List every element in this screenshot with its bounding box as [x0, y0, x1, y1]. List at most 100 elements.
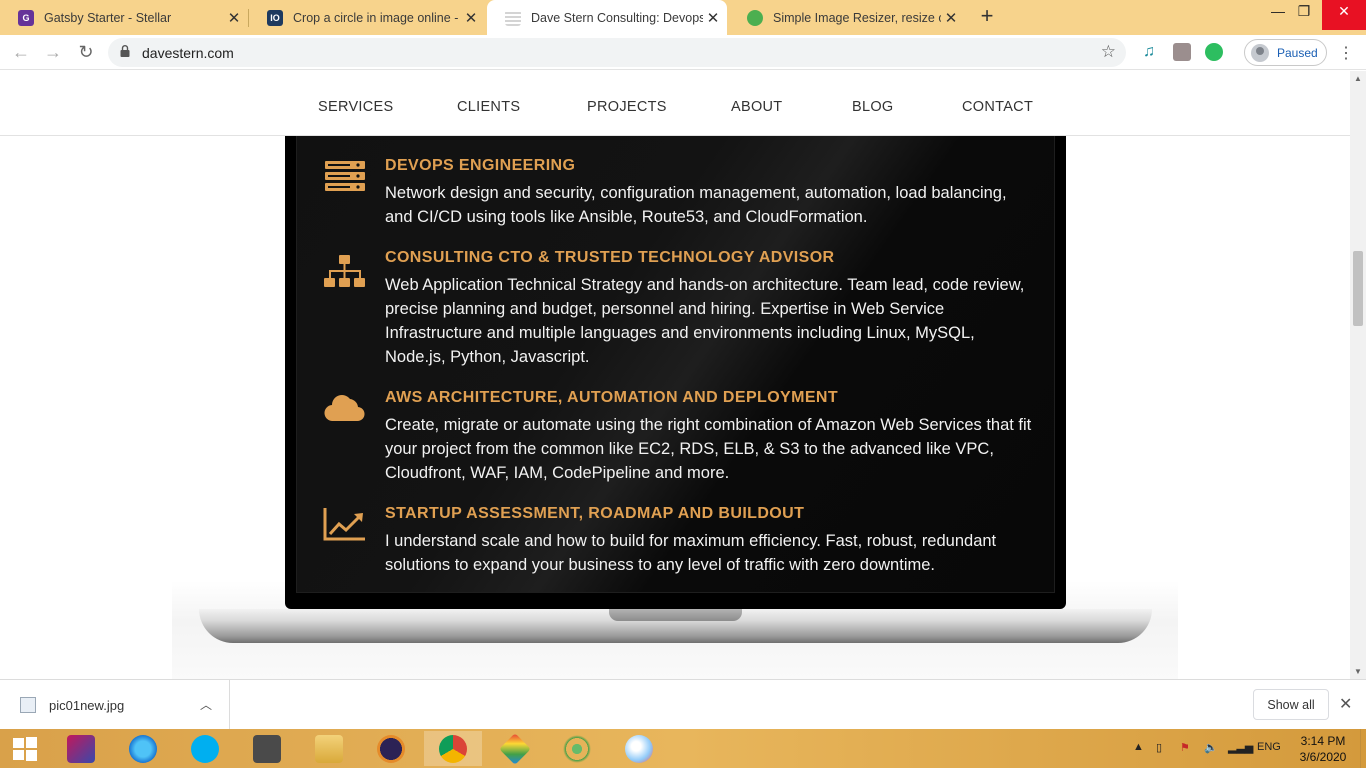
clock-time: 3:14 PM — [1300, 734, 1346, 748]
new-tab-button[interactable]: + — [975, 4, 999, 28]
paint-palette-icon — [625, 734, 653, 763]
music-extension-icon[interactable]: ♫ — [1140, 43, 1158, 61]
tray-flag-icon[interactable]: ⚑ — [1180, 741, 1190, 754]
server-icon — [325, 161, 365, 191]
close-tab-icon[interactable]: ✕ — [461, 9, 481, 27]
start-button[interactable] — [0, 731, 50, 766]
menu-icon[interactable]: ⋮ — [1338, 43, 1354, 63]
app-diamond-icon — [499, 732, 531, 765]
taskbar: ▲ ▯ ⚑ 🔈 ▂▃▅ ENG 3:14 PM 3/6/2020 — [0, 729, 1366, 768]
address-bar[interactable]: davestern.com ☆ — [108, 38, 1126, 67]
tab-image-resizer[interactable]: Simple Image Resizer, resize onli ✕ — [729, 0, 965, 35]
laptop-notch — [609, 609, 742, 621]
scroll-up-icon[interactable]: ▲ — [1354, 74, 1362, 83]
nav-services[interactable]: SERVICES — [318, 99, 393, 115]
volume-muted-icon[interactable]: 🔈 — [1204, 741, 1218, 754]
vertical-scrollbar[interactable]: ▲ ▼ — [1350, 71, 1366, 679]
nav-about[interactable]: ABOUT — [731, 99, 782, 115]
tab-strip: G Gatsby Starter - Stellar ✕ IO Crop a c… — [0, 0, 1366, 35]
winrar-icon — [67, 734, 95, 763]
taskbar-explorer[interactable] — [300, 731, 358, 766]
service-title: STARTUP ASSESSMENT, ROADMAP AND BUILDOUT — [385, 505, 805, 522]
sublime-text-icon — [253, 734, 281, 763]
download-file-name: pic01new.jpg — [49, 697, 125, 713]
taskbar-eclipse[interactable] — [362, 731, 420, 766]
service-description: Web Application Technical Strategy and h… — [385, 276, 1025, 366]
chevron-up-icon[interactable]: ︿ — [200, 696, 212, 713]
service-description: I understand scale and how to build for … — [385, 532, 997, 574]
profile-button[interactable]: Paused — [1244, 39, 1327, 66]
close-tab-icon[interactable]: ✕ — [224, 9, 244, 27]
system-clock[interactable]: 3:14 PM 3/6/2020 — [1298, 733, 1348, 765]
download-shelf: pic01new.jpg ︿ Show all ✕ — [0, 679, 1366, 730]
page-favicon-icon — [505, 9, 521, 26]
bookmark-star-icon[interactable]: ☆ — [1101, 42, 1116, 62]
close-tab-icon[interactable]: ✕ — [941, 9, 961, 27]
show-all-button[interactable]: Show all — [1253, 689, 1329, 720]
network-signal-icon[interactable]: ▂▃▅ — [1228, 741, 1253, 754]
download-item[interactable]: pic01new.jpg ︿ — [0, 680, 230, 730]
atom-icon — [563, 734, 591, 763]
tab-crop-circle[interactable]: IO Crop a circle in image online - fre ✕ — [249, 0, 485, 35]
resizer-favicon-icon — [747, 9, 763, 26]
folder-icon — [315, 734, 343, 763]
service-title: CONSULTING CTO & TRUSTED TECHNOLOGY ADVI… — [385, 249, 835, 266]
back-icon[interactable]: ← — [9, 40, 33, 64]
tab-title: Dave Stern Consulting: Devops E — [531, 10, 703, 25]
browser-toolbar: ← → ↻ davestern.com ☆ ♫ Paused ⋮ — [0, 35, 1366, 70]
service-description: Create, migrate or automate using the ri… — [385, 416, 1032, 482]
taskbar-atom[interactable] — [548, 731, 606, 766]
tray-device-icon[interactable]: ▯ — [1156, 741, 1162, 754]
profile-status: Paused — [1277, 45, 1318, 60]
service-title: DEVOPS ENGINEERING — [385, 157, 576, 174]
taskbar-paint[interactable] — [486, 731, 544, 766]
service-description: Network design and security, configurati… — [385, 184, 1007, 226]
language-indicator[interactable]: ENG — [1257, 741, 1281, 753]
lock-icon — [120, 45, 130, 57]
nav-blog[interactable]: BLOG — [852, 99, 894, 115]
nav-clients[interactable]: CLIENTS — [457, 99, 520, 115]
windows-logo-icon — [13, 736, 37, 761]
tab-title: Crop a circle in image online - fre — [293, 10, 461, 25]
avatar-icon — [1251, 43, 1269, 62]
nav-contact[interactable]: CONTACT — [962, 99, 1033, 115]
forward-icon[interactable]: → — [41, 40, 65, 64]
taskbar-mspaint[interactable] — [610, 731, 668, 766]
cloud-icon — [324, 395, 365, 422]
close-shelf-icon[interactable]: ✕ — [1339, 694, 1352, 714]
taskbar-skype[interactable] — [176, 731, 234, 766]
chrome-icon — [439, 734, 467, 763]
taskbar-sublime[interactable] — [238, 731, 296, 766]
scroll-thumb[interactable] — [1353, 251, 1363, 326]
evernote-extension-icon[interactable] — [1205, 43, 1223, 61]
restore-icon[interactable]: ❐ — [1282, 0, 1326, 30]
service-title: AWS ARCHITECTURE, AUTOMATION AND DEPLOYM… — [385, 389, 839, 406]
page-viewport: SERVICES CLIENTS PROJECTS ABOUT BLOG CON… — [0, 71, 1350, 679]
laptop-screen: DEVOPS ENGINEERING Network design and se… — [296, 131, 1055, 593]
nav-projects[interactable]: PROJECTS — [587, 99, 667, 115]
site-nav: SERVICES CLIENTS PROJECTS ABOUT BLOG CON… — [0, 71, 1350, 136]
eclipse-icon — [377, 734, 405, 763]
clock-date: 3/6/2020 — [1299, 750, 1347, 764]
taskbar-ie[interactable] — [114, 731, 172, 766]
taskbar-winrar[interactable] — [52, 731, 110, 766]
gatsby-favicon-icon: G — [18, 9, 34, 26]
tray-expand-icon[interactable]: ▲ — [1133, 741, 1144, 753]
close-window-icon[interactable]: ✕ — [1322, 0, 1366, 30]
scroll-down-icon[interactable]: ▼ — [1354, 667, 1362, 676]
internet-explorer-icon — [129, 734, 157, 763]
line-chart-icon — [323, 508, 365, 541]
reload-icon[interactable]: ↻ — [74, 40, 98, 64]
io-favicon-icon: IO — [267, 9, 283, 26]
tab-gatsby[interactable]: G Gatsby Starter - Stellar ✕ — [0, 0, 248, 35]
image-file-icon — [20, 697, 36, 713]
pdf-extension-icon[interactable] — [1173, 43, 1191, 61]
show-desktop-button[interactable] — [1360, 729, 1366, 768]
tab-dave-stern[interactable]: Dave Stern Consulting: Devops E ✕ — [487, 0, 727, 35]
sitemap-icon — [324, 255, 365, 287]
taskbar-chrome[interactable] — [424, 731, 482, 766]
tab-title: Simple Image Resizer, resize onli — [773, 10, 941, 25]
close-tab-icon[interactable]: ✕ — [703, 9, 723, 27]
url-text: davestern.com — [142, 45, 234, 61]
tab-title: Gatsby Starter - Stellar — [44, 10, 172, 25]
